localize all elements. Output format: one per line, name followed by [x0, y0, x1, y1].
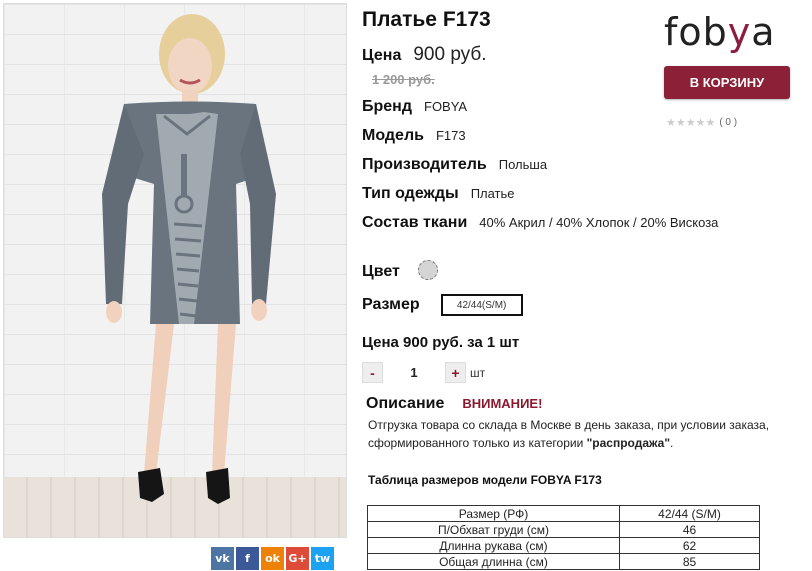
price-row: Цена 900 руб. [362, 44, 487, 66]
table-cell: 46 [619, 521, 760, 538]
price-value: 900 руб. [413, 44, 487, 65]
price-label: Цена [362, 47, 402, 64]
facebook-share-icon[interactable]: f [236, 547, 259, 570]
table-cell: Размер (РФ) [367, 505, 620, 522]
description-text-part3: . [670, 436, 674, 450]
quantity-stepper: - 1 + шт [362, 362, 485, 383]
product-title: Платье F173 [362, 8, 491, 31]
description-text: Отгрузка товара со склада в Москве в ден… [368, 416, 808, 452]
fabric-row: Состав ткани 40% Акрил / 40% Хлопок / 20… [362, 214, 718, 232]
brand-value: FOBYA [424, 99, 468, 114]
twitter-share-icon[interactable]: tw [311, 547, 334, 570]
rating[interactable]: ★★★★★ ( 0 ) [666, 116, 737, 129]
add-to-cart-button[interactable]: В КОРЗИНУ [664, 66, 790, 99]
type-label: Тип одежды [362, 185, 459, 202]
fobya-logo[interactable]: fobya [664, 10, 776, 54]
vk-share-icon[interactable]: vk [211, 547, 234, 570]
table-cell: 85 [619, 553, 760, 570]
rating-count: ( 0 ) [719, 117, 738, 128]
manufacturer-row: Производитель Польша [362, 156, 547, 174]
model-value: F173 [435, 128, 466, 143]
size-table: Размер (РФ) 42/44 (S/M) П/Обхват груди (… [367, 505, 760, 570]
rating-stars-icon[interactable]: ★★★★★ [666, 116, 715, 129]
quantity-value[interactable]: 1 [383, 365, 445, 380]
quantity-decrease-button[interactable]: - [362, 362, 383, 383]
size-table-title: Таблица размеров модели FOBYA F173 [368, 473, 602, 487]
brand-row: Бренд FOBYA [362, 98, 467, 116]
table-row: Размер (РФ) 42/44 (S/M) [367, 505, 760, 522]
share-bar: vk f ok G+ tw [211, 547, 334, 570]
unit-price-row: Цена 900 руб. за 1 шт [362, 334, 519, 351]
size-label: Размер [362, 296, 420, 313]
table-cell: 42/44 (S/M) [619, 505, 760, 522]
description-header: Описание ВНИМАНИЕ! [366, 395, 542, 413]
googleplus-share-icon[interactable]: G+ [286, 547, 309, 570]
table-cell: Общая длинна (см) [367, 553, 620, 570]
manufacturer-label: Производитель [362, 156, 487, 173]
model-row: Модель F173 [362, 127, 466, 145]
model-illustration [102, 14, 276, 504]
description-text-part1: Отгрузка товара со склада в Москве в ден… [368, 418, 770, 450]
old-price: 1 200 руб. [372, 72, 435, 87]
product-photo[interactable] [3, 3, 347, 538]
manufacturer-value: Польша [498, 157, 548, 172]
logo-text-part2: y [727, 10, 752, 54]
quantity-unit: шт [470, 365, 486, 380]
table-cell: П/Обхват груди (см) [367, 521, 620, 538]
size-row: Размер 42/44(S/M) [362, 294, 523, 316]
logo-text-part1: fob [664, 10, 728, 54]
table-row: Общая длинна (см) 85 [367, 553, 760, 570]
model-label: Модель [362, 127, 424, 144]
description-text-bold: "распродажа" [586, 436, 671, 450]
description-label: Описание [366, 395, 445, 412]
fabric-value: 40% Акрил / 40% Хлопок / 20% Вискоза [479, 215, 719, 230]
size-option-selected[interactable]: 42/44(S/M) [440, 294, 523, 316]
type-value: Платье [470, 186, 515, 201]
color-row: Цвет [362, 256, 438, 281]
type-row: Тип одежды Платье [362, 185, 515, 203]
quantity-increase-button[interactable]: + [445, 362, 466, 383]
table-row: П/Обхват груди (см) 46 [367, 521, 760, 538]
table-row: Длинна рукава (см) 62 [367, 537, 760, 554]
table-cell: 62 [619, 537, 760, 554]
color-label: Цвет [362, 263, 400, 280]
table-cell: Длинна рукава (см) [367, 537, 620, 554]
warning-label: ВНИМАНИЕ! [462, 396, 543, 411]
logo-text-part3: a [751, 10, 776, 54]
fabric-label: Состав ткани [362, 214, 468, 231]
color-swatch[interactable] [417, 260, 438, 280]
unit-price-line: Цена 900 руб. за 1 шт [362, 334, 520, 351]
odnoklassniki-share-icon[interactable]: ok [261, 547, 284, 570]
brand-label: Бренд [362, 98, 412, 115]
